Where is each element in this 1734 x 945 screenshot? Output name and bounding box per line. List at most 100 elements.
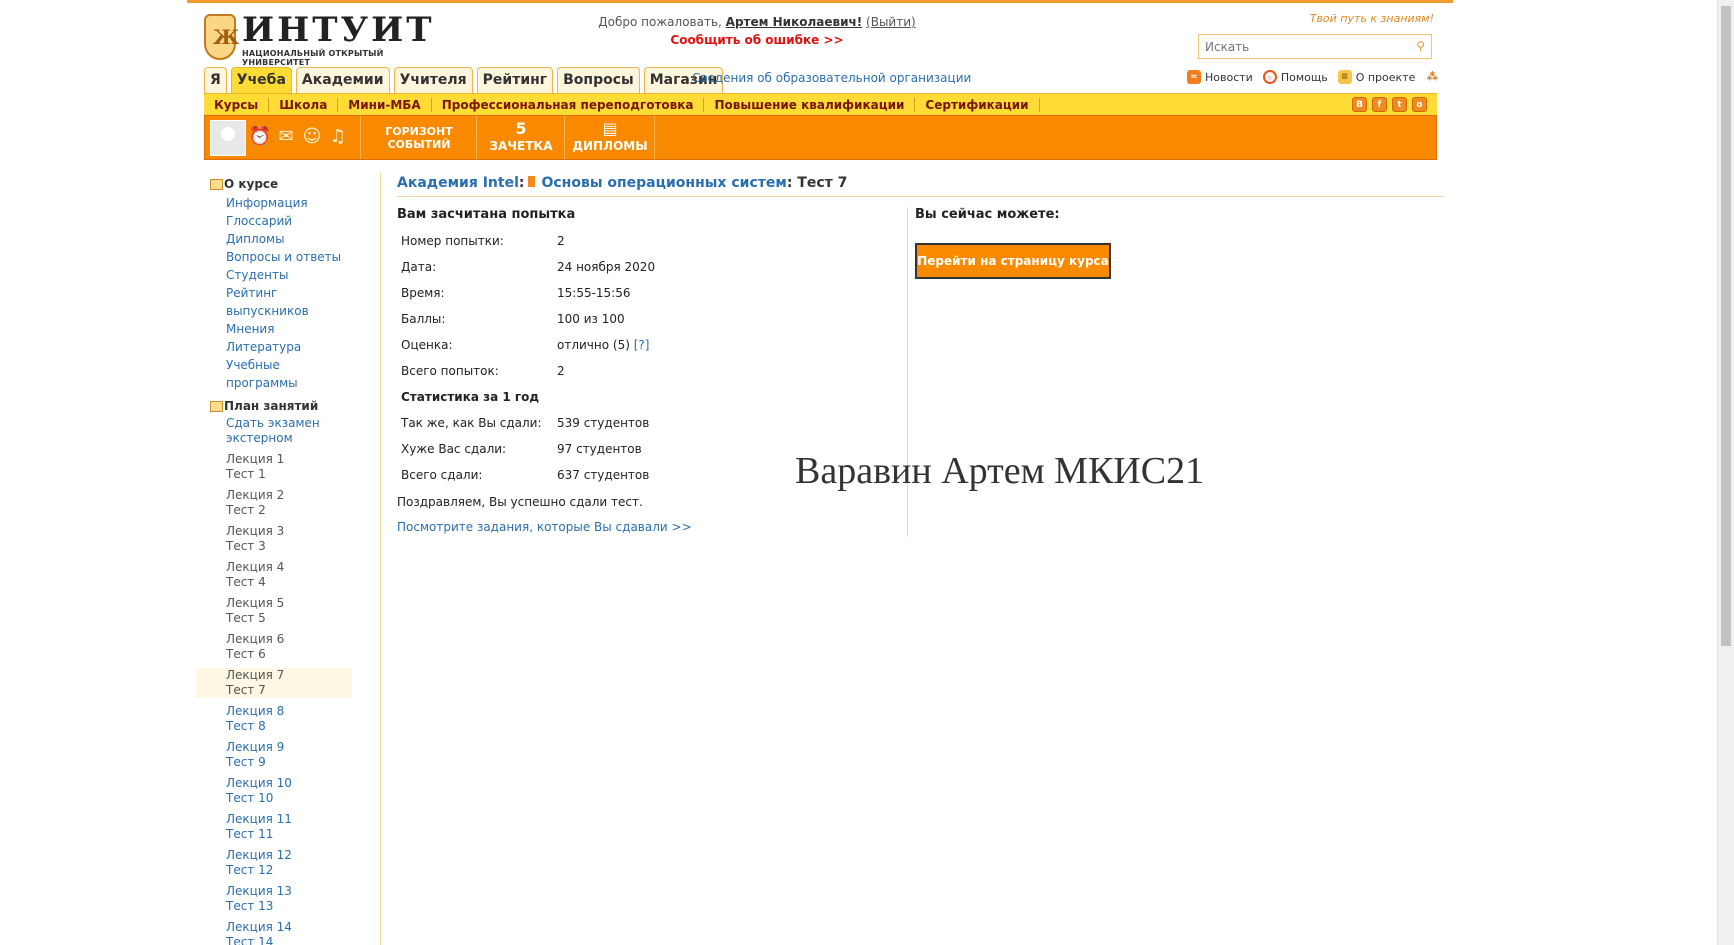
sub-navigation: Курсы Школа Мини-МБА Профессиональная пе… [204, 93, 1437, 115]
detail-label: Оценка: [401, 338, 453, 352]
page-scrollbar[interactable] [1717, 0, 1734, 945]
detail-label: Всего попыток: [401, 364, 499, 378]
search-icon[interactable]: ⚲ [1416, 39, 1425, 53]
stats-label: Всего сдали: [401, 468, 483, 482]
tab-me[interactable]: Я [204, 67, 227, 93]
breadcrumb-course[interactable]: Основы операционных систем [541, 175, 786, 191]
sidebar-item-glossary[interactable]: Глоссарий [210, 212, 352, 230]
detail-row: Время: 15:55-15:56 [401, 280, 701, 306]
test-link[interactable]: Тест 3 [226, 539, 352, 554]
toolbar-horizon[interactable]: ГОРИЗОНТ СОБЫТИЙ [361, 116, 477, 159]
sidebar-plan-heading[interactable]: План занятий [210, 398, 352, 414]
user-name-link[interactable]: Артем Николаевич! [726, 15, 863, 29]
test-link[interactable]: Тест 1 [226, 467, 352, 482]
test-link[interactable]: Тест 4 [226, 575, 352, 590]
sidebar-item-programs[interactable]: Учебные программы [210, 356, 352, 392]
tab-questions[interactable]: Вопросы [557, 67, 640, 93]
tab-study[interactable]: Учеба [230, 67, 292, 93]
sidebar-item-literature[interactable]: Литература [210, 338, 352, 356]
subnav-certifications[interactable]: Сертификации [915, 97, 1040, 112]
lecture-link[interactable]: Лекция 10 [226, 776, 352, 791]
test-link[interactable]: Тест 11 [226, 827, 352, 842]
tab-rating[interactable]: Рейтинг [476, 67, 554, 93]
gradebook-label: ЗАЧЕТКА [489, 139, 553, 153]
sidebar-item-diplomas[interactable]: Дипломы [210, 230, 352, 248]
sidebar-about-heading[interactable]: О курсе [210, 176, 352, 192]
sidebar-item-info[interactable]: Информация [210, 194, 352, 212]
subnav-mini-mba[interactable]: Мини-МБА [338, 97, 432, 112]
lecture-link[interactable]: Лекция 5 [226, 596, 352, 611]
tab-teachers[interactable]: Учителя [393, 67, 473, 93]
alarm-clock-icon[interactable]: ⏰ [248, 125, 272, 149]
detail-row: Дата: 24 ноября 2020 [401, 254, 701, 280]
toolbar-diplomas[interactable]: ▤ ДИПЛОМЫ [565, 116, 655, 159]
sidebar-extern-exam[interactable]: Сдать экзамен экстерном [210, 416, 352, 446]
test-link[interactable]: Тест 12 [226, 863, 352, 878]
test-link[interactable]: Тест 9 [226, 755, 352, 770]
subnav-qualification[interactable]: Повышение квалификации [704, 97, 916, 112]
test-link[interactable]: Тест 13 [226, 899, 352, 914]
lecture-link[interactable]: Лекция 9 [226, 740, 352, 755]
test-link[interactable]: Тест 2 [226, 503, 352, 518]
bell-icon[interactable]: ♫ [326, 125, 350, 149]
subnav-school[interactable]: Школа [269, 97, 339, 112]
help-link[interactable]: ◦ Помощь [1262, 70, 1328, 84]
test-link[interactable]: Тест 5 [226, 611, 352, 626]
lecture-link[interactable]: Лекция 7 [226, 668, 352, 683]
test-link[interactable]: Тест 14 [226, 935, 352, 945]
sidebar-lesson: Лекция 12 Тест 12 [210, 848, 352, 878]
breadcrumb-test: Тест 7 [797, 175, 848, 191]
grade-help-link[interactable]: [?] [634, 338, 650, 352]
tab-academies[interactable]: Академии [295, 67, 390, 93]
twitter-icon[interactable]: t [1392, 97, 1407, 112]
toolbar-gradebook[interactable]: 5 ЗАЧЕТКА [477, 116, 565, 159]
detail-value: 2 [557, 364, 565, 378]
lecture-link[interactable]: Лекция 13 [226, 884, 352, 899]
subnav-courses[interactable]: Курсы [212, 97, 270, 112]
scrollbar-thumb[interactable] [1721, 6, 1731, 646]
test-link[interactable]: Тест 10 [226, 791, 352, 806]
vk-icon[interactable]: В [1352, 97, 1367, 112]
search-input[interactable] [1199, 35, 1399, 58]
detail-row: Оценка: отлично (5) [?] [401, 332, 701, 358]
detail-value: 100 из 100 [557, 312, 625, 326]
sitemap-icon[interactable]: ⁂ [1425, 70, 1440, 84]
lecture-link[interactable]: Лекция 12 [226, 848, 352, 863]
org-info-link[interactable]: Сведения об образовательной организации [692, 71, 971, 85]
detail-row: Всего попыток: 2 [401, 358, 701, 384]
lecture-link[interactable]: Лекция 4 [226, 560, 352, 575]
report-error-link[interactable]: Сообщить об ошибке >> [657, 33, 857, 47]
go-to-course-button[interactable]: Перейти на страницу курса [915, 243, 1111, 279]
logo-tagline: НАЦИОНАЛЬНЫЙ ОТКРЫТЫЙ УНИВЕРСИТЕТ [242, 49, 384, 67]
detail-label: Номер попытки: [401, 234, 504, 248]
lecture-link[interactable]: Лекция 6 [226, 632, 352, 647]
bookmark-icon[interactable] [528, 176, 536, 187]
sidebar-item-students[interactable]: Студенты [210, 266, 352, 284]
congrats-message: Поздравляем, Вы успешно сдали тест. [397, 495, 643, 509]
friends-icon[interactable]: ☺ [300, 125, 324, 149]
slogan: Твой путь к знаниям! [1309, 12, 1434, 25]
breadcrumb-academy[interactable]: Академия Intel [397, 175, 519, 191]
lecture-link[interactable]: Лекция 14 [226, 920, 352, 935]
news-link[interactable]: ≈ Новости [1187, 70, 1253, 84]
lecture-link[interactable]: Лекция 1 [226, 452, 352, 467]
sidebar-item-graduate-rating[interactable]: Рейтинг выпускников [210, 284, 352, 320]
lecture-link[interactable]: Лекция 2 [226, 488, 352, 503]
test-link[interactable]: Тест 6 [226, 647, 352, 662]
about-link[interactable]: ≡ О проекте [1337, 70, 1415, 84]
lecture-link[interactable]: Лекция 11 [226, 812, 352, 827]
sidebar-item-qa[interactable]: Вопросы и ответы [210, 248, 352, 266]
avatar[interactable] [210, 120, 246, 156]
diplomas-label: ДИПЛОМЫ [572, 139, 648, 153]
sidebar-item-opinions[interactable]: Мнения [210, 320, 352, 338]
mail-icon[interactable]: ✉ [274, 125, 298, 149]
lecture-link[interactable]: Лекция 3 [226, 524, 352, 539]
odnoklassniki-icon[interactable]: о [1412, 97, 1427, 112]
intuit-logo[interactable]: Ж ИНТУИТ НАЦИОНАЛЬНЫЙ ОТКРЫТЫЙ УНИВЕРСИТ… [204, 10, 444, 67]
facebook-icon[interactable]: f [1372, 97, 1387, 112]
subnav-retraining[interactable]: Профессиональная переподготовка [432, 97, 705, 112]
view-tasks-link[interactable]: Посмотрите задания, которые Вы сдавали >… [397, 520, 692, 534]
logout-link[interactable]: (Выйти) [866, 15, 916, 29]
lecture-link[interactable]: Лекция 8 [226, 704, 352, 719]
test-link[interactable]: Тест 8 [226, 719, 352, 734]
